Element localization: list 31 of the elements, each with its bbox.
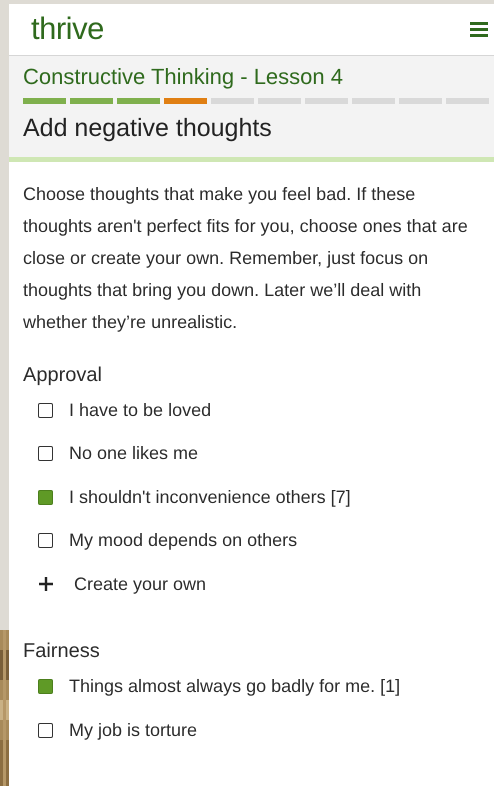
checkbox[interactable]: [38, 490, 53, 505]
progress-segment: [305, 98, 348, 104]
progress-segment: [258, 98, 301, 104]
page-heading: Add negative thoughts: [23, 114, 273, 142]
course-title: Constructive Thinking - Lesson 4: [23, 64, 344, 90]
checkbox[interactable]: [38, 679, 53, 694]
progress-segment: [446, 98, 489, 104]
checkbox[interactable]: [38, 446, 53, 462]
menu-icon[interactable]: [470, 21, 488, 38]
checkbox[interactable]: [38, 402, 53, 418]
thought-label: My mood depends on others: [69, 530, 298, 552]
instructions-text: Choose thoughts that make you feel bad. If these thoughts aren't perfect fits for you, choose ones that are close or create your own. Remember, just focus on thoughts that bring you down. Later we’ll deal with whether they’re unrealistic.: [23, 182, 469, 334]
thought-label: Things almost always go badly for me. [1]: [69, 676, 400, 698]
create-link[interactable]: Create your own: [74, 574, 206, 595]
progress-segment: [70, 98, 113, 104]
group-title: Approval: [23, 364, 103, 386]
progress-segment: [399, 98, 442, 104]
plus-icon[interactable]: [38, 576, 54, 592]
thought-label: I shouldn't inconvenience others [7]: [69, 486, 351, 508]
thought-label: I have to be loved: [69, 400, 212, 421]
thought-label: My job is torture: [69, 720, 198, 741]
progress-segment: [164, 98, 207, 104]
thought-label: No one likes me: [69, 443, 198, 464]
checkbox[interactable]: [38, 722, 53, 738]
progress-segment: [117, 98, 160, 104]
progress-segment: [23, 98, 66, 104]
progress-segment: [352, 98, 395, 104]
checkbox[interactable]: [38, 533, 53, 548]
logo[interactable]: thrive: [31, 11, 104, 48]
group-title: Fairness: [23, 640, 101, 663]
progress-segment: [211, 98, 254, 104]
